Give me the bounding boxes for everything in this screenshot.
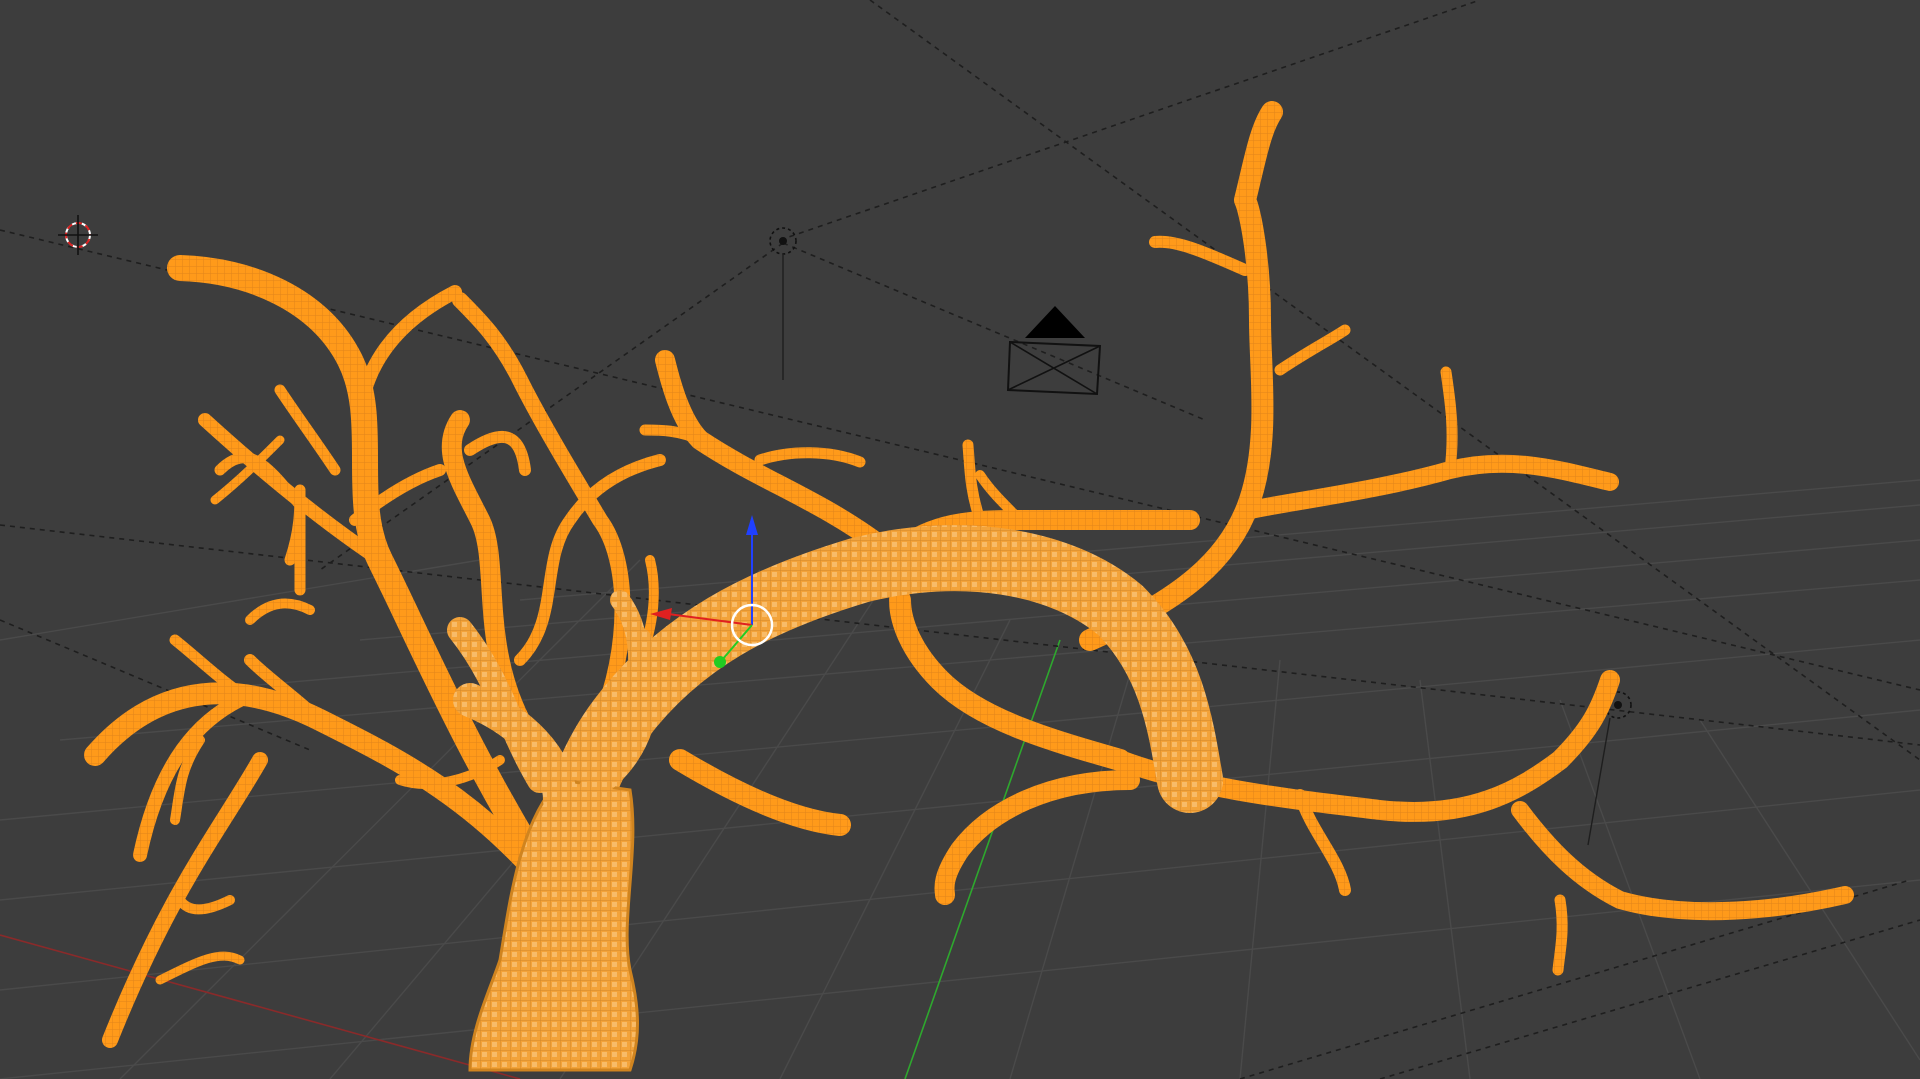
3d-viewport[interactable] (0, 0, 1920, 1079)
x-axis-line (0, 934, 521, 1079)
camera-icon[interactable] (1006, 306, 1102, 396)
tree-mesh[interactable] (84, 101, 1854, 1072)
3d-cursor-icon[interactable] (58, 215, 98, 255)
lamp-icon[interactable] (769, 227, 797, 380)
